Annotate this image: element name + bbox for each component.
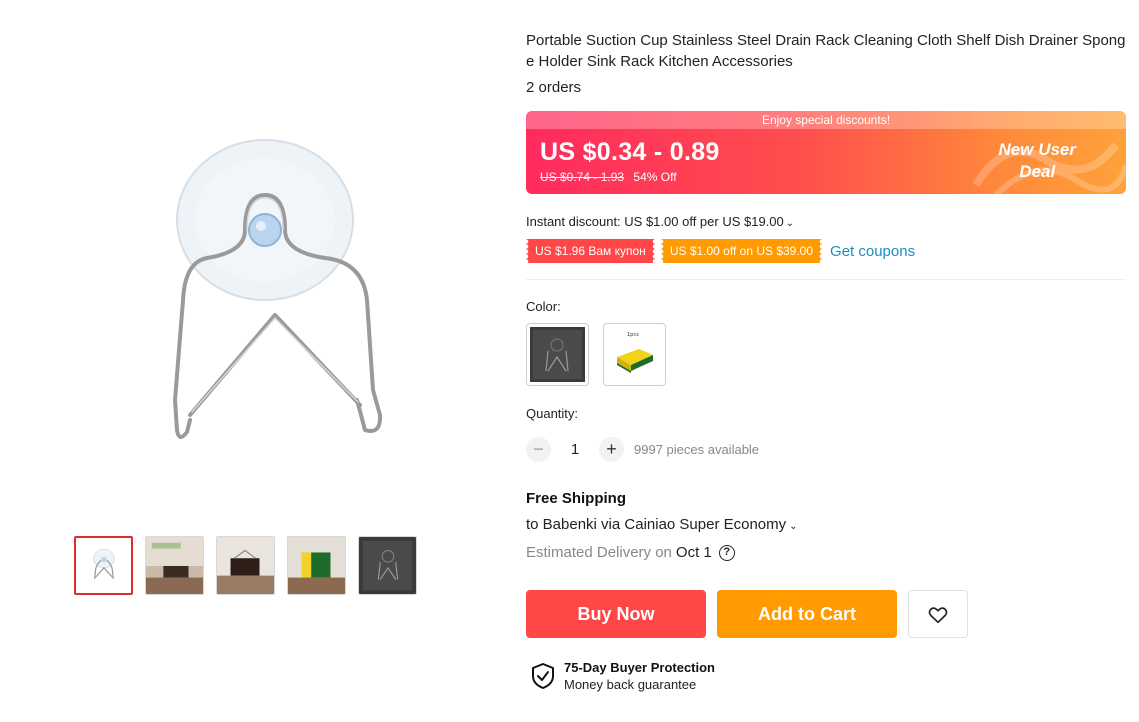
- thumbnail-5[interactable]: [358, 536, 417, 595]
- thumbnail-1[interactable]: [74, 536, 133, 595]
- main-product-image[interactable]: [95, 100, 425, 480]
- instant-discount[interactable]: Instant discount: US $1.00 off per US $1…: [526, 214, 794, 229]
- buy-now-button[interactable]: Buy Now: [526, 590, 706, 638]
- product-gallery: [0, 0, 500, 722]
- pieces-available: 9997 pieces available: [634, 442, 760, 457]
- eta-date: Oct 1: [675, 544, 712, 561]
- shipping-destination-text: to Babenki via Cainiao Super Economy: [526, 516, 787, 533]
- coupon-orange[interactable]: US $1.00 off on US $39.00: [660, 239, 823, 263]
- deal-line-2: Deal: [1019, 162, 1056, 181]
- add-to-cart-button[interactable]: Add to Cart: [717, 590, 897, 638]
- chevron-down-icon: ⌄: [789, 521, 798, 532]
- thumbnail-2[interactable]: [145, 536, 204, 595]
- shipping-title: Free Shipping: [526, 490, 627, 507]
- swatch-sponge[interactable]: 1pcs: [603, 323, 666, 386]
- quantity-stepper: − 1 + 9997 pieces available: [526, 437, 759, 462]
- swatch-dark-rack[interactable]: [526, 323, 589, 386]
- swatch-caption: 1pcs: [627, 332, 639, 338]
- coupon-red[interactable]: US $1.96 Вам купон: [526, 239, 655, 263]
- color-swatches: 1pcs: [526, 323, 666, 386]
- quantity-label: Quantity:: [526, 406, 579, 421]
- protection-subtitle: Money back guarantee: [564, 677, 697, 692]
- deal-line-1: New User: [998, 140, 1076, 159]
- buyer-protection: 75-Day Buyer Protection Money back guara…: [530, 660, 715, 692]
- help-icon[interactable]: ?: [718, 544, 735, 561]
- estimated-delivery: Estimated Delivery on Oct 1 ?: [526, 544, 735, 561]
- price-banner: Enjoy special discounts! US $0.34 - 0.89…: [526, 111, 1126, 194]
- coupon-row: US $1.96 Вам купон US $1.00 off on US $3…: [526, 239, 915, 263]
- new-user-deal-badge: New User Deal: [999, 139, 1076, 183]
- protection-title: 75-Day Buyer Protection: [564, 660, 715, 675]
- shield-check-icon: [532, 663, 554, 689]
- shipping-destination[interactable]: to Babenki via Cainiao Super Economy ⌄: [526, 516, 798, 533]
- quantity-plus-button[interactable]: +: [599, 437, 624, 462]
- thumbnail-strip: [74, 536, 417, 595]
- wishlist-button[interactable]: [908, 590, 968, 638]
- quantity-value[interactable]: 1: [551, 441, 599, 458]
- protection-text: 75-Day Buyer Protection Money back guara…: [564, 660, 715, 692]
- thumbnail-4[interactable]: [287, 536, 346, 595]
- color-label: Color:: [526, 299, 561, 314]
- current-price: US $0.34 - 0.89: [540, 138, 720, 166]
- product-title: Portable Suction Cup Stainless Steel Dra…: [526, 32, 1126, 70]
- thumbnail-3[interactable]: [216, 536, 275, 595]
- quantity-minus-button[interactable]: −: [526, 437, 551, 462]
- original-price: US $0.74 - 1.93: [540, 170, 625, 184]
- get-coupons-link[interactable]: Get coupons: [830, 243, 915, 260]
- price-detail: US $0.74 - 1.93 54% Off: [540, 170, 677, 184]
- discount-percent: 54% Off: [633, 170, 677, 184]
- instant-discount-text: Instant discount: US $1.00 off per US $1…: [526, 214, 784, 229]
- eta-label: Estimated Delivery on: [526, 544, 672, 561]
- chevron-down-icon: ⌄: [785, 218, 795, 229]
- divider: [526, 279, 1126, 280]
- heart-icon: [928, 607, 948, 624]
- order-count: 2 orders: [526, 79, 582, 96]
